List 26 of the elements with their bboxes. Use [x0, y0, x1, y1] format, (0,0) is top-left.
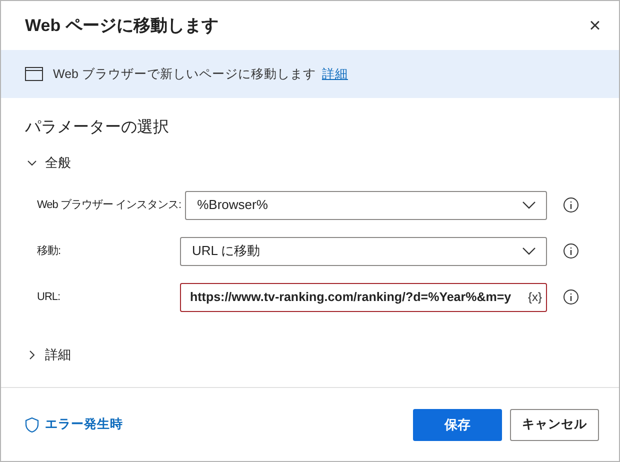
section-heading: パラメーターの選択 [24, 118, 170, 138]
error-handling-link[interactable]: エラー発生時 [25, 415, 413, 434]
variable-button[interactable]: {x} [528, 288, 542, 306]
info-icon[interactable] [563, 243, 579, 259]
url-input-field[interactable]: https://www.tv-ranking.com/ranking/?d=%Year%&m=y {x} [180, 282, 547, 312]
field-label: URL: [37, 290, 62, 305]
field-label: 移動: [37, 244, 62, 259]
cancel-button[interactable]: キャンセル [510, 408, 599, 440]
field-label: Web ブラウザー インスタンス: [37, 198, 182, 213]
section-toggle[interactable]: 詳細 [1, 344, 71, 366]
close-button[interactable]: × [585, 16, 605, 36]
chevron-right-icon [27, 350, 37, 360]
info-icon[interactable] [563, 197, 579, 213]
dialog-title: Web ページに移動します [25, 14, 220, 37]
banner-text: Web ブラウザーで新しいページに移動します [53, 66, 316, 83]
dropdown[interactable]: URL に移動 [180, 236, 547, 266]
chevron-down-icon [522, 201, 536, 209]
dropdown[interactable]: %Browser% [185, 190, 547, 220]
shield-icon [25, 416, 39, 432]
section-toggle[interactable]: 全般 [1, 152, 71, 174]
chevron-down-icon [27, 158, 37, 168]
browser-window-icon [25, 67, 43, 81]
info-icon[interactable] [563, 289, 579, 305]
save-button[interactable]: 保存 [413, 408, 502, 440]
chevron-down-icon [522, 247, 536, 255]
details-link[interactable]: 詳細 [322, 64, 348, 84]
